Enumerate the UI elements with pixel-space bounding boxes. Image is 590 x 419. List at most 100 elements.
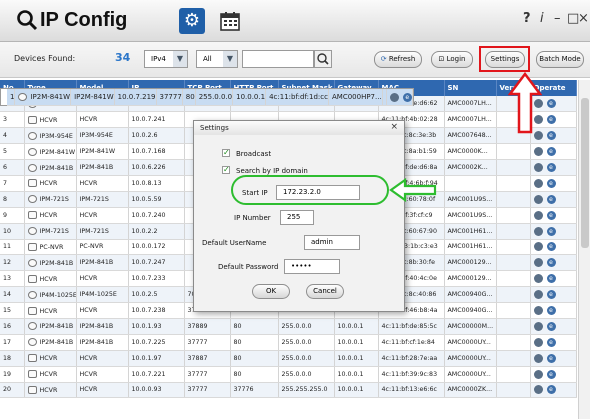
dialog-title: Settings [200,124,229,132]
info-icon[interactable]: i [540,11,544,26]
row-web-icon[interactable]: e [546,99,556,109]
cell-type-text: IPM-721S [39,228,69,236]
ip-version-select[interactable]: IPv4 ▼ [144,50,188,68]
chevron-down-icon: ▼ [223,51,237,67]
recorder-icon [27,354,37,363]
cell-type: IP2M-841W [24,143,77,161]
row-web-icon[interactable]: e [546,242,556,252]
row-web-icon[interactable]: e [546,369,556,379]
filter-select[interactable]: All ▼ [196,50,238,68]
search-by-ip-checkbox[interactable]: ✓ [222,166,230,174]
table-row[interactable]: 19 HCVR HCVR 10.0.7.221 37777 80 255.0.0.0 10.0… [0,366,577,383]
cell-sn: AMC00000M... [444,318,497,335]
cell-sn: AMC001U9S... [444,191,497,208]
row-gear-icon[interactable] [533,321,543,331]
row-gear-icon[interactable] [533,242,543,252]
row-web-icon[interactable]: e [546,178,556,188]
row-web-icon[interactable]: e [546,290,556,300]
cell-model: HCVR [76,111,129,129]
search-button[interactable] [314,50,332,68]
search-input[interactable] [242,50,314,68]
row-gear-icon[interactable] [533,163,543,172]
ip-number-input[interactable]: 255 [280,210,314,225]
dialog-title-bar: Settings [194,121,404,135]
row-gear-icon[interactable] [533,226,543,236]
default-password-input[interactable]: ••••• [284,259,340,274]
row-gear-icon[interactable] [533,385,543,395]
row-web-icon[interactable]: e [546,306,556,316]
batch-mode-button[interactable]: Batch Mode [536,51,584,68]
broadcast-checkbox[interactable]: ✓ [222,149,230,157]
col-header-sn[interactable]: SN [444,80,497,96]
row-web-icon[interactable]: e [546,147,556,157]
dialog-close-icon[interactable]: × [390,122,398,132]
row-web-icon[interactable]: e [546,337,556,347]
cell-ip: 10.0.7.219 [114,89,157,106]
cell-ip: 10.0.6.226 [128,159,185,176]
cell-model: HCVR [76,175,129,192]
cell-type: HCVR [24,302,77,319]
row-gear-icon[interactable] [533,274,543,284]
row-gear-icon[interactable] [533,353,543,363]
row-gear-icon[interactable] [533,290,543,300]
row-web-icon[interactable]: e [546,385,556,395]
row-web-icon[interactable]: e [546,163,556,172]
table-row[interactable]: 1 IP2M-841W IP2M-841W 10.0.7.219 37777 80 255.… [0,88,414,106]
close-icon[interactable]: × [578,11,589,26]
row-web-icon[interactable]: e [546,321,556,331]
scrollbar-thumb[interactable] [581,98,589,248]
row-web-icon[interactable]: e [546,274,556,284]
row-web-icon[interactable]: e [546,210,556,220]
row-web-icon[interactable]: e [546,353,556,363]
help-icon[interactable]: ? [523,11,531,26]
cell-type-text: IP3M-954E [39,132,73,140]
cancel-button[interactable]: Cancel [306,284,344,299]
row-gear-icon[interactable] [533,258,543,268]
table-row[interactable]: 20 HCVR HCVR 10.0.0.93 37777 37776 255.255.255… [0,382,577,399]
table-row[interactable]: 16 IP2M-841B IP2M-841B 10.0.1.93 37889 80 255.… [0,318,577,335]
login-label: Login [446,55,466,63]
cell-no: 3 [0,111,25,129]
login-button[interactable]: ⊡ Login [431,51,473,68]
row-gear-icon[interactable] [533,210,543,220]
cell-gateway: 10.0.0.1 [334,366,379,383]
cell-sn: AMC0000ZK... [444,382,497,399]
row-gear-icon[interactable] [389,92,399,102]
cell-tcp-port: 37777 [184,382,231,399]
row-gear-icon[interactable] [533,306,543,316]
row-gear-icon[interactable] [533,178,543,188]
ok-button[interactable]: OK [252,284,290,299]
row-web-icon[interactable]: e [546,115,556,125]
table-row[interactable]: 18 HCVR HCVR 10.0.1.97 37887 80 255.0.0.0 10.0.… [0,350,577,367]
cell-sn: AMC000129... [444,254,497,272]
tab-calendar-icon[interactable] [218,9,242,33]
tab-settings-gear-icon[interactable]: ⚙ [179,8,205,34]
minimize-icon[interactable]: – [554,11,561,26]
cell-type: IPM-721S [24,223,77,240]
devices-found-label: Devices Found: [14,54,76,63]
cell-type: IP3M-954E [24,127,77,145]
row-gear-icon[interactable] [533,194,543,204]
cell-gateway: 10.0.0.1 [334,318,379,335]
cell-operate: e [530,350,577,367]
cell-tcp-port: 37777 [156,89,183,106]
vertical-scrollbar[interactable] [578,80,590,419]
row-gear-icon[interactable] [533,337,543,347]
row-web-icon[interactable]: e [546,131,556,141]
cell-operate: e [530,254,577,272]
row-web-icon[interactable]: e [546,226,556,236]
row-gear-icon[interactable] [533,147,543,157]
table-row[interactable]: 17 IP2M-841B IP2M-841B 10.0.7.225 37777 80 255… [0,334,577,351]
default-username-input[interactable]: admin [304,235,360,250]
refresh-button[interactable]: ⟳ Refresh [374,51,422,68]
cell-type: HCVR [24,207,77,224]
row-web-icon[interactable]: e [546,194,556,204]
cell-mac: 4c:11:bf:39:9c:83 [378,366,445,383]
cell-type-text: IP2M-841W [39,148,76,156]
cell-mac: 4c:11:bf:de:85:5c [378,318,445,335]
row-gear-icon[interactable] [533,369,543,379]
cell-version [496,143,531,161]
cell-type-text: HCVR [39,212,58,220]
row-web-icon[interactable]: e [402,92,412,102]
row-web-icon[interactable]: e [546,258,556,268]
